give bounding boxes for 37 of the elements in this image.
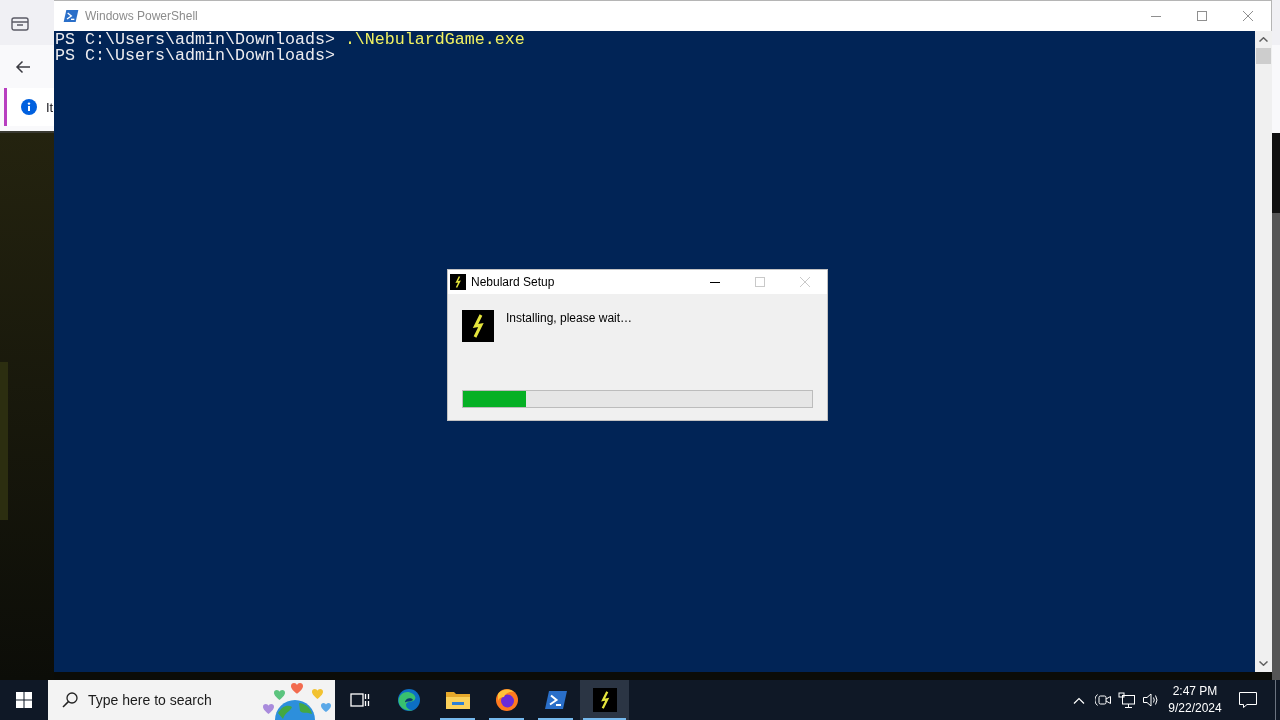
- search-field[interactable]: Type here to search: [48, 680, 335, 720]
- terminal-icon: [543, 688, 568, 712]
- clock[interactable]: 2:47 PM 9/22/2024: [1163, 680, 1227, 720]
- folder-icon: [444, 689, 471, 711]
- notification-text: It: [46, 99, 54, 115]
- command-text: .\NebulardGame.exe: [344, 30, 525, 49]
- caret-up-icon: [1259, 37, 1268, 42]
- chevron-up-icon: [1072, 696, 1085, 704]
- taskbar-app-button[interactable]: [580, 680, 629, 720]
- back-arrow-icon: [15, 59, 31, 74]
- swirl-icon: [396, 688, 421, 712]
- fox-circle-icon: [494, 688, 519, 712]
- task-view-icon: [349, 692, 370, 708]
- window-title: Windows PowerShell: [85, 9, 198, 23]
- prompt-text: PS C:\Users\admin\Downloads>: [55, 46, 335, 65]
- maximize-icon: [754, 277, 765, 287]
- tab-list-icon: [11, 14, 29, 31]
- caret-down-icon: [1259, 661, 1268, 666]
- search-icon: [62, 692, 78, 708]
- lightning-bolt-icon: [450, 274, 466, 290]
- close-icon: [1243, 11, 1253, 21]
- lightning-bolt-icon: [462, 310, 494, 342]
- windows-logo-icon: [16, 692, 32, 708]
- info-icon: [21, 99, 37, 115]
- scroll-thumb[interactable]: [1256, 48, 1271, 64]
- maximize-icon: [1197, 11, 1207, 21]
- terminal-icon: [63, 8, 79, 24]
- prompt-text: PS C:\Users\admin\Downloads>: [55, 30, 335, 49]
- status-message: Installing, please wait…: [506, 310, 633, 326]
- lightning-bolt-icon: [592, 688, 617, 712]
- scrollbar[interactable]: [1255, 31, 1272, 672]
- speech-bubble-icon: [1238, 691, 1258, 709]
- close-icon: [799, 277, 810, 287]
- volume-icon: [1142, 692, 1160, 708]
- video-camera-icon: [1094, 693, 1112, 707]
- dialog-title: Nebulard Setup: [471, 275, 555, 289]
- network-icon: [1118, 692, 1136, 708]
